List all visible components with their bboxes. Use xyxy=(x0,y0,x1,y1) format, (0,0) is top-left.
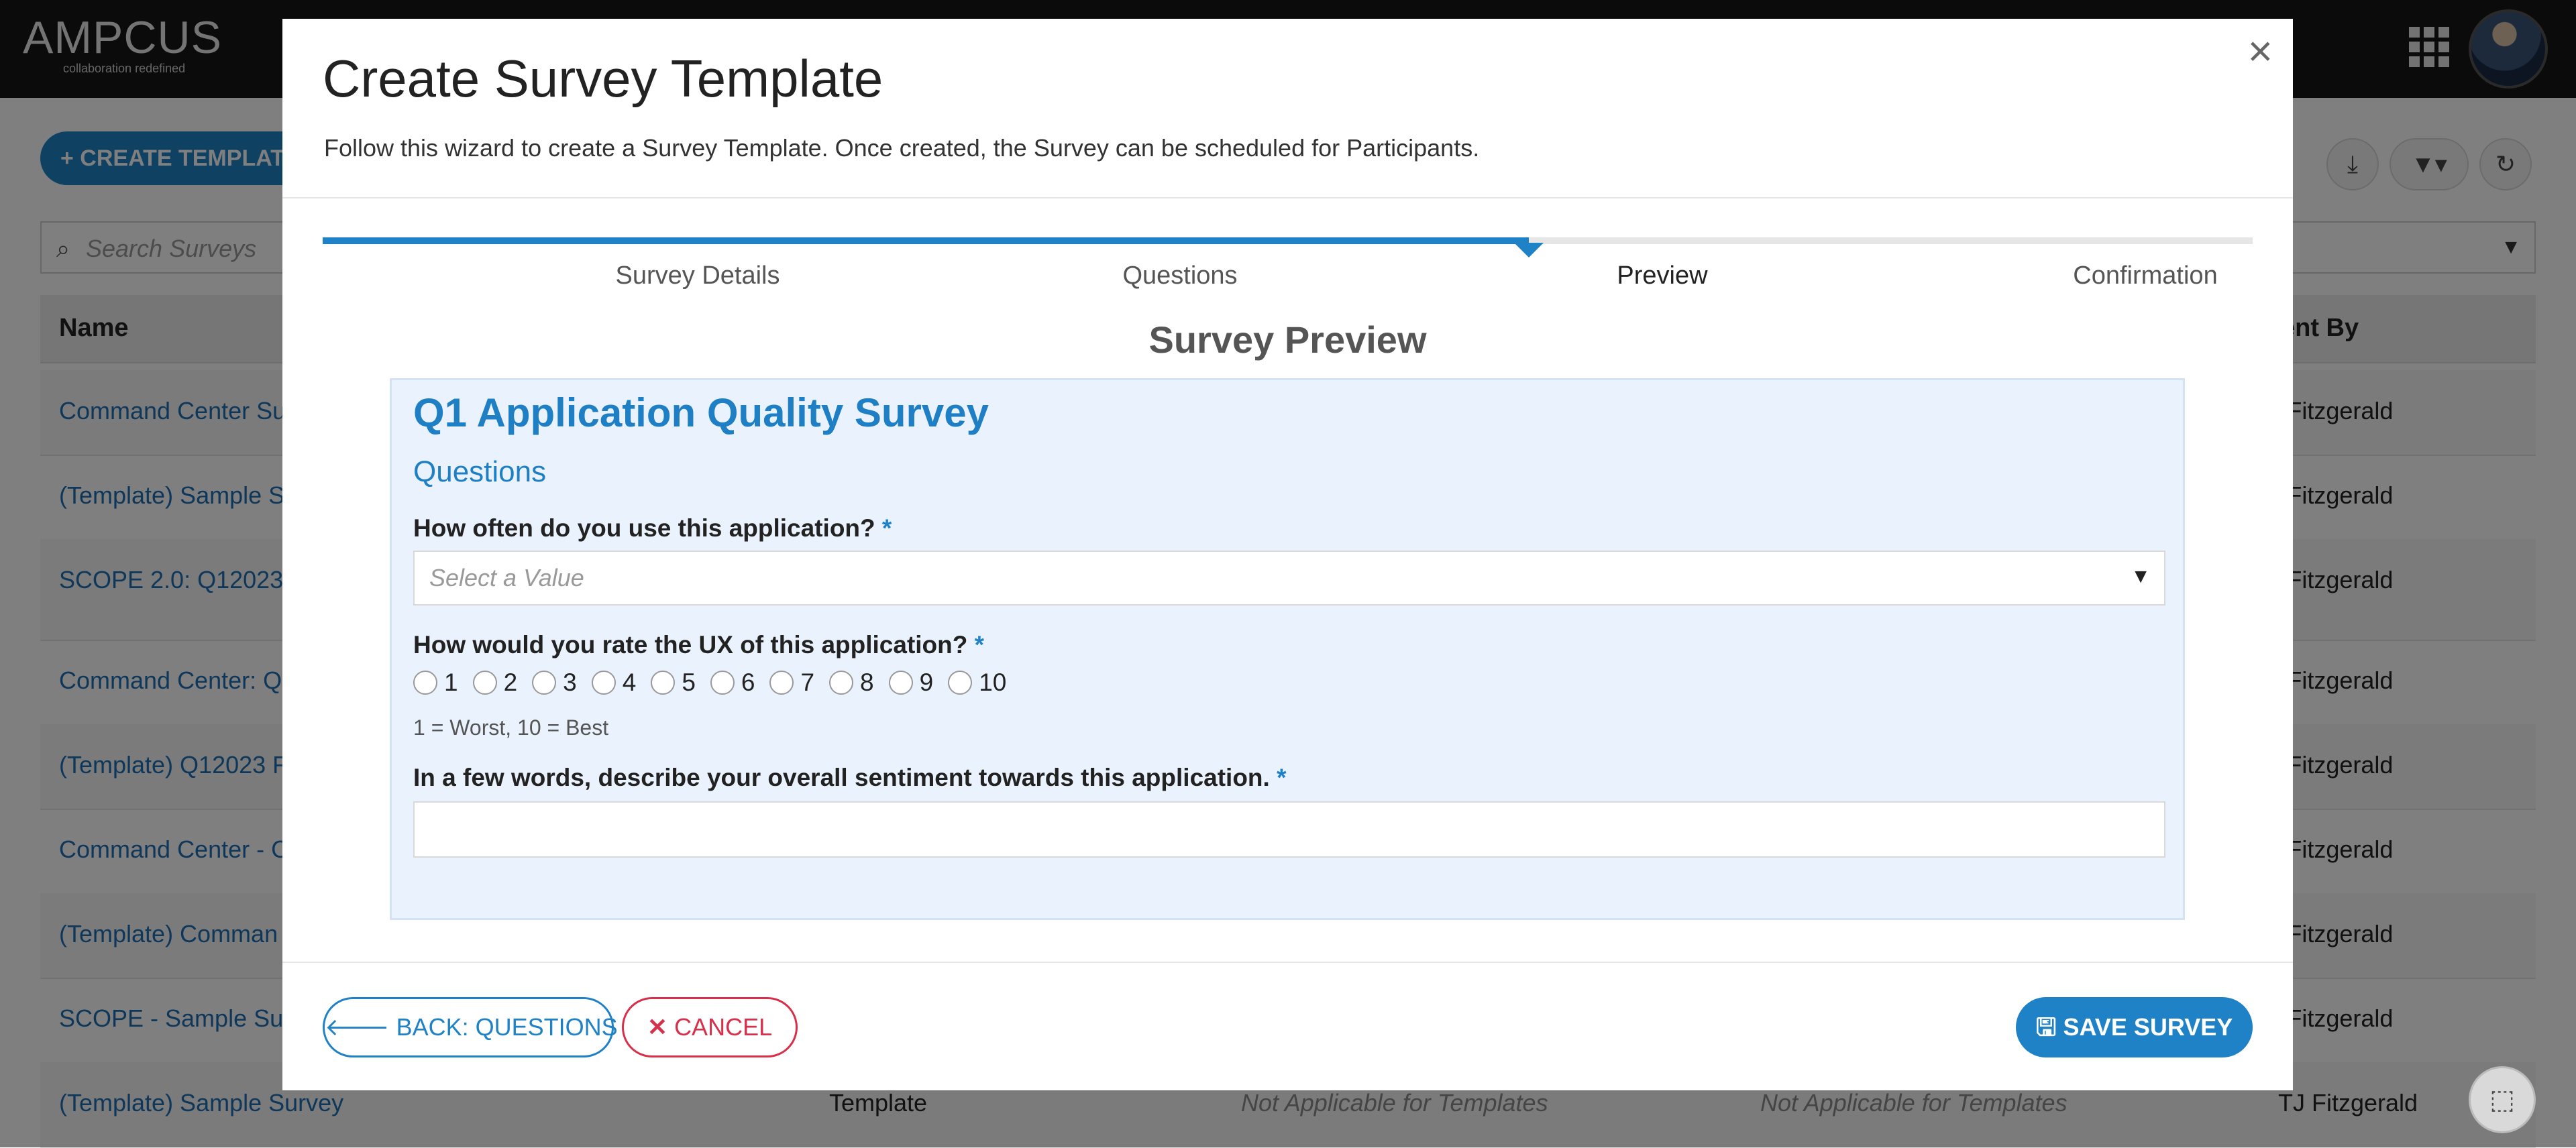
rating-label: 6 xyxy=(741,669,755,696)
modal-subtitle: Follow this wizard to create a Survey Te… xyxy=(324,134,1480,162)
caret-down-icon: ▼ xyxy=(2131,565,2151,587)
cancel-button[interactable]: ✕ CANCEL xyxy=(622,997,798,1057)
floppy-disk-icon: 🖫 xyxy=(2035,1013,2057,1041)
rating-option-5[interactable]: 5 xyxy=(651,669,696,697)
close-icon[interactable]: × xyxy=(2248,30,2273,72)
radio-button[interactable] xyxy=(710,671,735,695)
survey-preview-panel: Q1 Application Quality Survey Questions … xyxy=(390,378,2185,920)
rating-label: 2 xyxy=(503,669,518,696)
divider xyxy=(282,197,2293,198)
required-asterisk: * xyxy=(881,514,892,542)
rating-label: 7 xyxy=(800,669,815,696)
question-text: In a few words, describe your overall se… xyxy=(413,764,1270,791)
frequency-select[interactable]: Select a Value ▼ xyxy=(413,551,2165,606)
rating-label: 4 xyxy=(622,669,637,696)
cancel-button-label: CANCEL xyxy=(674,1013,773,1041)
rating-option-4[interactable]: 4 xyxy=(591,669,637,697)
radio-button[interactable] xyxy=(591,671,616,695)
radio-button[interactable] xyxy=(472,671,497,695)
questions-section-label: Questions xyxy=(413,455,547,488)
pointer-select-icon[interactable]: ⬚ xyxy=(2469,1066,2536,1133)
rating-option-10[interactable]: 10 xyxy=(948,669,1006,697)
back-button-label: BACK: QUESTIONS xyxy=(396,1013,618,1041)
step-survey-details[interactable]: Survey Details xyxy=(530,262,865,290)
rating-option-8[interactable]: 8 xyxy=(829,669,874,697)
radio-button[interactable] xyxy=(948,671,973,695)
required-asterisk: * xyxy=(974,631,985,658)
rating-label: 8 xyxy=(860,669,874,696)
x-icon: ✕ xyxy=(647,1013,668,1041)
radio-button[interactable] xyxy=(651,671,676,695)
divider xyxy=(282,962,2293,963)
step-confirmation[interactable]: Confirmation xyxy=(1978,262,2313,290)
required-asterisk: * xyxy=(1277,764,1287,791)
rating-scale-hint: 1 = Worst, 10 = Best xyxy=(413,715,609,740)
rating-option-2[interactable]: 2 xyxy=(472,669,518,697)
rating-label: 5 xyxy=(682,669,696,696)
wizard-progress-track xyxy=(323,237,2253,244)
question-1-label: How often do you use this application? * xyxy=(413,514,892,542)
arrow-left-icon: 🡐 xyxy=(325,1013,390,1041)
save-button-label: SAVE SURVEY xyxy=(2063,1013,2233,1041)
back-questions-button[interactable]: 🡐 BACK: QUESTIONS xyxy=(323,997,618,1057)
step-preview[interactable]: Preview xyxy=(1495,262,1830,290)
question-text: How would you rate the UX of this applic… xyxy=(413,631,968,658)
rating-option-3[interactable]: 3 xyxy=(532,669,577,697)
question-2-label: How would you rate the UX of this applic… xyxy=(413,631,984,659)
survey-title: Q1 Application Quality Survey xyxy=(413,390,989,435)
active-step-marker xyxy=(1514,243,1544,257)
radio-button[interactable] xyxy=(413,671,437,695)
survey-preview-heading: Survey Preview xyxy=(1148,319,1427,361)
rating-option-1[interactable]: 1 xyxy=(413,669,458,697)
rating-option-9[interactable]: 9 xyxy=(888,669,934,697)
radio-button[interactable] xyxy=(769,671,794,695)
rating-option-6[interactable]: 6 xyxy=(710,669,755,697)
ux-rating-radio-group: 1 2 3 4 5 6 7 8 9 10 xyxy=(413,669,1006,697)
radio-button[interactable] xyxy=(829,671,854,695)
save-survey-button[interactable]: 🖫 SAVE SURVEY xyxy=(2016,997,2253,1057)
rating-option-7[interactable]: 7 xyxy=(769,669,814,697)
radio-button[interactable] xyxy=(888,671,913,695)
rating-label: 10 xyxy=(979,669,1007,696)
rating-label: 3 xyxy=(563,669,577,696)
rating-label: 1 xyxy=(444,669,458,696)
question-3-label: In a few words, describe your overall se… xyxy=(413,764,1287,792)
wizard-progress-fill xyxy=(323,237,1529,244)
rating-label: 9 xyxy=(919,669,934,696)
modal-title: Create Survey Template xyxy=(323,49,883,108)
question-text: How often do you use this application? xyxy=(413,514,875,542)
create-survey-template-modal: × Create Survey Template Follow this wiz… xyxy=(282,19,2293,1090)
sentiment-text-input[interactable] xyxy=(413,801,2165,858)
radio-button[interactable] xyxy=(532,671,557,695)
select-placeholder: Select a Value xyxy=(429,564,584,591)
step-questions[interactable]: Questions xyxy=(1012,262,1348,290)
